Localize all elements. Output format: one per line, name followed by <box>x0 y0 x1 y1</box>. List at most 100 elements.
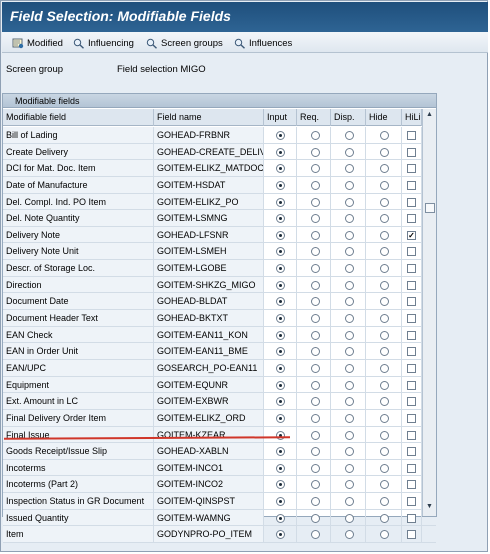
disp-radio[interactable] <box>345 463 354 473</box>
req-radio[interactable] <box>311 447 320 457</box>
hide-radio[interactable] <box>380 147 389 157</box>
req-radio[interactable] <box>311 230 320 240</box>
modified-button[interactable]: Modified <box>12 36 63 50</box>
table-row[interactable]: Direction GOITEM-SHKZG_MIGO <box>3 276 436 294</box>
hili-checkbox[interactable] <box>407 413 416 423</box>
table-row[interactable]: Bill of Lading GOHEAD-FRBNR <box>3 127 436 144</box>
hide-radio[interactable] <box>380 164 389 174</box>
influences-button[interactable]: Influences <box>234 36 292 50</box>
table-row[interactable]: Document Header Text GOHEAD-BKTXT <box>3 310 436 327</box>
disp-radio[interactable] <box>345 164 354 174</box>
input-radio[interactable] <box>276 447 285 457</box>
disp-radio[interactable] <box>345 330 354 340</box>
col-req[interactable]: Req. <box>297 109 331 126</box>
input-radio[interactable] <box>276 180 285 190</box>
req-radio[interactable] <box>311 530 320 540</box>
scroll-thumb[interactable] <box>425 203 435 213</box>
input-radio[interactable] <box>276 247 285 257</box>
hili-checkbox[interactable] <box>407 247 416 257</box>
hide-radio[interactable] <box>380 447 389 457</box>
hili-checkbox[interactable]: ✓ <box>407 230 416 240</box>
hili-checkbox[interactable] <box>407 180 416 190</box>
req-radio[interactable] <box>311 413 320 423</box>
hide-radio[interactable] <box>380 380 389 390</box>
hili-checkbox[interactable] <box>407 314 416 324</box>
hide-radio[interactable] <box>380 197 389 207</box>
disp-radio[interactable] <box>345 314 354 324</box>
disp-radio[interactable] <box>345 131 354 140</box>
table-row[interactable]: Delivery Note Unit GOITEM-LSMEH <box>3 243 436 261</box>
hide-radio[interactable] <box>380 264 389 274</box>
table-row[interactable]: Ext. Amount in LC GOITEM-EXBWR <box>3 393 436 410</box>
input-radio[interactable] <box>276 297 285 307</box>
hili-checkbox[interactable] <box>407 131 416 140</box>
disp-radio[interactable] <box>345 363 354 373</box>
hili-checkbox[interactable] <box>407 164 416 174</box>
input-radio[interactable] <box>276 230 285 240</box>
disp-radio[interactable] <box>345 447 354 457</box>
hili-checkbox[interactable] <box>407 297 416 307</box>
disp-radio[interactable] <box>345 480 354 490</box>
hili-checkbox[interactable] <box>407 447 416 457</box>
hide-radio[interactable] <box>380 497 389 507</box>
hide-radio[interactable] <box>380 280 389 290</box>
hide-radio[interactable] <box>380 363 389 373</box>
hili-checkbox[interactable] <box>407 480 416 490</box>
hili-checkbox[interactable] <box>407 347 416 357</box>
hide-radio[interactable] <box>380 513 389 523</box>
hili-checkbox[interactable] <box>407 380 416 390</box>
req-radio[interactable] <box>311 214 320 224</box>
req-radio[interactable] <box>311 480 320 490</box>
disp-radio[interactable] <box>345 413 354 423</box>
req-radio[interactable] <box>311 280 320 290</box>
hide-radio[interactable] <box>380 347 389 357</box>
input-radio[interactable] <box>276 347 285 357</box>
disp-radio[interactable] <box>345 264 354 274</box>
table-row[interactable]: Del. Compl. Ind. PO Item GOITEM-ELIKZ_PO <box>3 193 436 211</box>
input-radio[interactable] <box>276 147 285 157</box>
req-radio[interactable] <box>311 497 320 507</box>
req-radio[interactable] <box>311 164 320 174</box>
hide-radio[interactable] <box>380 180 389 190</box>
table-row[interactable]: Issued Quantity GOITEM-WAMNG <box>3 509 436 527</box>
disp-radio[interactable] <box>345 280 354 290</box>
hide-radio[interactable] <box>380 131 389 140</box>
disp-radio[interactable] <box>345 197 354 207</box>
disp-radio[interactable] <box>345 347 354 357</box>
hide-radio[interactable] <box>380 530 389 540</box>
table-row[interactable]: Create Delivery GOHEAD-CREATE_DELIV... <box>3 143 436 161</box>
req-radio[interactable] <box>311 180 320 190</box>
table-row[interactable]: Incoterms GOITEM-INCO1 <box>3 459 436 477</box>
req-radio[interactable] <box>311 330 320 340</box>
table-row[interactable]: Date of Manufacture GOITEM-HSDAT <box>3 176 436 194</box>
hide-radio[interactable] <box>380 297 389 307</box>
table-row[interactable]: Goods Receipt/Issue Slip GOHEAD-XABLN <box>3 443 436 460</box>
req-radio[interactable] <box>311 347 320 357</box>
hide-radio[interactable] <box>380 397 389 407</box>
disp-radio[interactable] <box>345 497 354 507</box>
input-radio[interactable] <box>276 463 285 473</box>
input-radio[interactable] <box>276 131 285 140</box>
disp-radio[interactable] <box>345 247 354 257</box>
table-row[interactable]: Descr. of Storage Loc. GOITEM-LGOBE <box>3 260 436 277</box>
col-field-name[interactable]: Field name <box>154 109 264 126</box>
hili-checkbox[interactable] <box>407 363 416 373</box>
hili-checkbox[interactable] <box>407 397 416 407</box>
input-radio[interactable] <box>276 380 285 390</box>
col-input[interactable]: Input <box>264 109 297 126</box>
input-radio[interactable] <box>276 264 285 274</box>
hide-radio[interactable] <box>380 480 389 490</box>
table-row[interactable]: Incoterms (Part 2) GOITEM-INCO2 <box>3 476 436 494</box>
hide-radio[interactable] <box>380 230 389 240</box>
hili-checkbox[interactable] <box>407 530 416 540</box>
hili-checkbox[interactable] <box>407 330 416 340</box>
hili-checkbox[interactable] <box>407 197 416 207</box>
input-radio[interactable] <box>276 513 285 523</box>
req-radio[interactable] <box>311 380 320 390</box>
table-row[interactable]: Final Delivery Order Item GOITEM-ELIKZ_OR… <box>3 409 436 427</box>
col-disp[interactable]: Disp. <box>331 109 366 126</box>
table-row[interactable]: Document Date GOHEAD-BLDAT <box>3 293 436 311</box>
table-row[interactable]: EAN/UPC GOSEARCH_PO-EAN11 <box>3 359 436 377</box>
req-radio[interactable] <box>311 463 320 473</box>
table-row[interactable]: Inspection Status in GR Document GOITEM-Q… <box>3 493 436 510</box>
